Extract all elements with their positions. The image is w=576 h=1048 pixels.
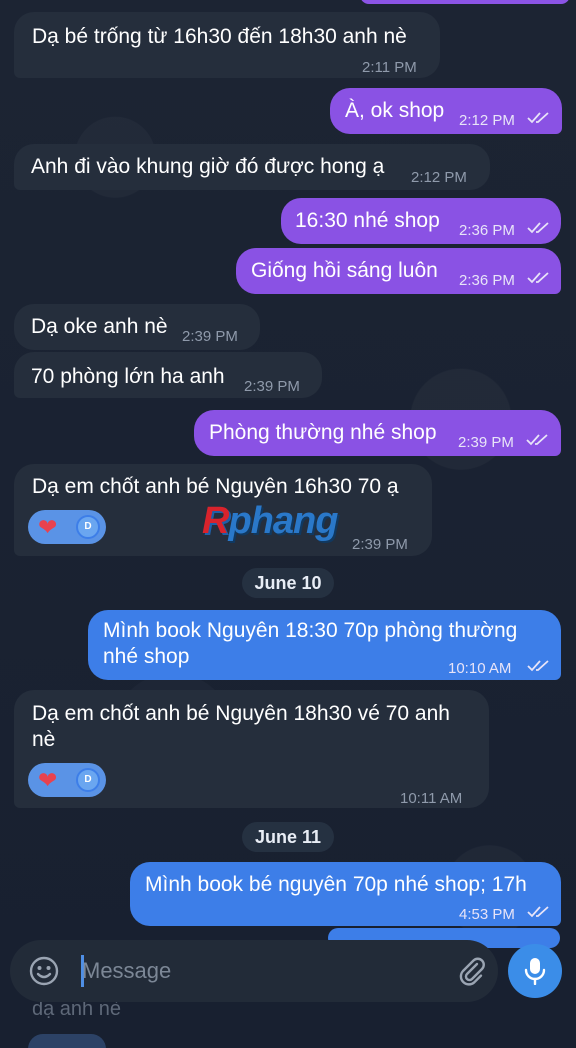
partial-message-bubble bbox=[360, 0, 570, 4]
avatar: D bbox=[76, 515, 100, 539]
message-time: 2:39 PM bbox=[244, 378, 300, 395]
message-time: 2:39 PM bbox=[182, 328, 238, 345]
smiley-icon[interactable] bbox=[28, 955, 60, 987]
reaction-badge[interactable]: ❤ D bbox=[28, 510, 106, 544]
double-check-icon bbox=[527, 112, 549, 124]
message-time: 4:53 PM bbox=[459, 906, 515, 923]
message-incoming[interactable]: Dạ em chốt anh bé Nguyên 18h30 vé 70 anh… bbox=[14, 690, 489, 808]
message-time: 2:39 PM bbox=[352, 536, 408, 553]
message-time: 2:36 PM bbox=[459, 272, 515, 289]
message-text: Dạ em chốt anh bé Nguyên 16h30 70 ạ bbox=[32, 475, 399, 498]
message-text: Mình book bé nguyên 70p nhé shop; 17h bbox=[145, 873, 527, 896]
message-text: Dạ em chốt anh bé Nguyên 18h30 vé 70 anh bbox=[32, 702, 450, 725]
watermark-logo: Rphang bbox=[202, 500, 338, 542]
reaction-badge[interactable]: ❤ D bbox=[28, 763, 106, 797]
message-text: Dạ bé trống từ 16h30 đến 18h30 anh nè bbox=[32, 25, 407, 48]
double-check-icon bbox=[527, 660, 549, 672]
message-outgoing[interactable]: Giống hồi sáng luôn 2:36 PM bbox=[236, 248, 561, 294]
double-check-icon bbox=[527, 906, 549, 918]
message-text: 70 phòng lớn ha anh bbox=[31, 365, 225, 388]
message-outgoing[interactable]: À, ok shop 2:12 PM bbox=[330, 88, 562, 134]
avatar: D bbox=[76, 768, 100, 792]
date-separator: June 11 bbox=[242, 822, 334, 852]
message-text: 16:30 nhé shop bbox=[295, 209, 440, 232]
message-text: Giống hồi sáng luôn bbox=[251, 259, 438, 282]
paperclip-icon[interactable] bbox=[456, 955, 488, 987]
message-time: 10:11 AM bbox=[400, 790, 463, 807]
message-time: 2:11 PM bbox=[362, 59, 417, 76]
date-separator: June 10 bbox=[242, 568, 334, 598]
double-check-icon bbox=[527, 222, 549, 234]
message-time: 2:12 PM bbox=[411, 169, 467, 186]
message-incoming[interactable]: Dạ oke anh nè 2:39 PM bbox=[14, 304, 260, 350]
message-incoming[interactable]: 70 phòng lớn ha anh 2:39 PM bbox=[14, 352, 322, 398]
heart-icon: ❤ bbox=[38, 767, 58, 793]
message-text: nhé shop bbox=[103, 645, 190, 668]
voice-record-button[interactable] bbox=[508, 944, 562, 998]
message-time: 2:12 PM bbox=[459, 112, 515, 129]
message-text: À, ok shop bbox=[345, 99, 445, 122]
message-text: Mình book Nguyên 18:30 70p phòng thường bbox=[103, 619, 518, 642]
reaction-badge-behind-composer bbox=[28, 1034, 106, 1048]
message-outgoing[interactable]: Mình book Nguyên 18:30 70p phòng thường … bbox=[88, 610, 561, 680]
message-incoming[interactable]: Anh đi vào khung giờ đó được hong ạ 2:12… bbox=[14, 144, 490, 190]
message-time: 2:39 PM bbox=[458, 434, 514, 451]
message-time: 10:10 AM bbox=[448, 660, 512, 677]
microphone-icon bbox=[524, 958, 546, 985]
message-outgoing[interactable]: Mình book bé nguyên 70p nhé shop; 17h 4:… bbox=[130, 862, 561, 926]
heart-icon: ❤ bbox=[38, 514, 58, 540]
double-check-icon bbox=[527, 272, 549, 284]
message-outgoing[interactable]: Phòng thường nhé shop 2:39 PM bbox=[194, 410, 561, 456]
double-check-icon bbox=[526, 434, 548, 446]
message-text: Anh đi vào khung giờ đó được hong ạ bbox=[31, 155, 385, 178]
message-incoming[interactable]: Dạ bé trống từ 16h30 đến 18h30 anh nè 2:… bbox=[14, 12, 440, 78]
message-composer bbox=[10, 940, 498, 1002]
message-text: nè bbox=[32, 728, 56, 751]
message-input[interactable] bbox=[82, 954, 442, 988]
message-outgoing[interactable]: 16:30 nhé shop 2:36 PM bbox=[281, 198, 561, 244]
message-time: 2:36 PM bbox=[459, 222, 515, 239]
message-text: Phòng thường nhé shop bbox=[209, 421, 437, 444]
message-text: Dạ oke anh nè bbox=[31, 315, 168, 338]
